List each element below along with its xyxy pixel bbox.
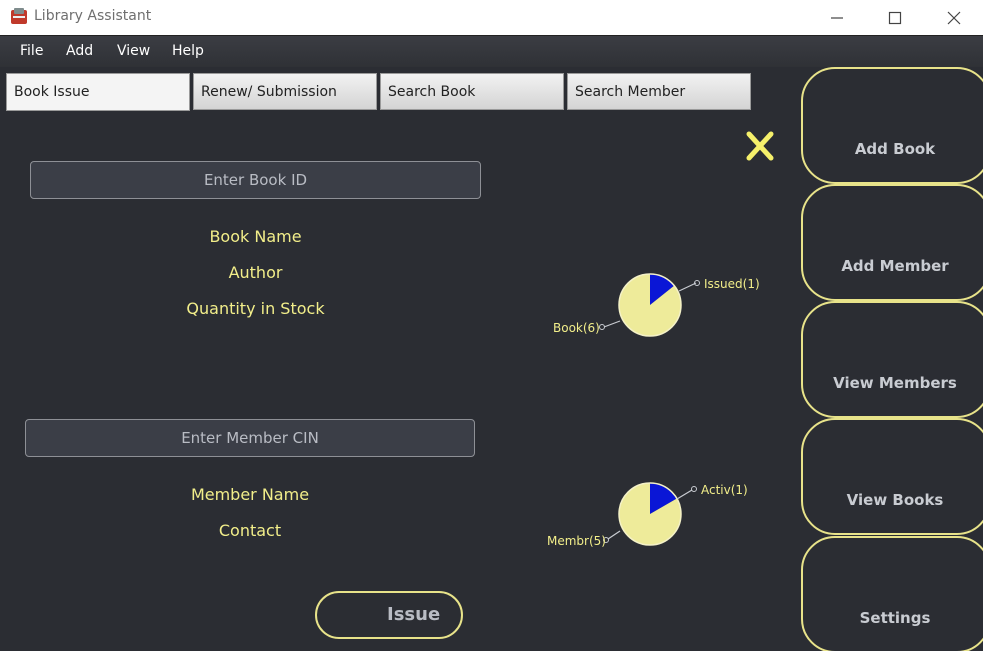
- book-label: Book(6): [553, 321, 600, 335]
- view-members-label: View Members: [833, 374, 957, 392]
- add-book-label: Add Book: [854, 140, 936, 158]
- member-cin-input[interactable]: Enter Member CIN: [25, 419, 475, 457]
- book-name-label: Book Name: [209, 227, 302, 246]
- member-name-label: Member Name: [190, 485, 310, 504]
- settings-button[interactable]: Settings: [801, 536, 983, 651]
- book-leader-dot: [599, 324, 605, 330]
- member-pie-chart: Activ(1) Membr(5): [547, 482, 748, 548]
- view-books-button[interactable]: View Books: [801, 418, 983, 535]
- maximize-button[interactable]: [866, 0, 924, 35]
- clear-icon[interactable]: [745, 130, 775, 162]
- tab-search-book[interactable]: Search Book: [380, 73, 564, 110]
- member-label: Membr(5): [547, 534, 606, 548]
- close-window-button[interactable]: [925, 0, 983, 35]
- tab-renew-submission[interactable]: Renew/ Submission: [193, 73, 377, 110]
- active-label: Activ(1): [701, 483, 748, 497]
- menu-help[interactable]: Help: [172, 43, 204, 59]
- settings-label: Settings: [859, 609, 931, 627]
- minimize-button[interactable]: [808, 0, 866, 35]
- active-leader-dot: [691, 486, 697, 492]
- title-bar: Library Assistant: [0, 0, 983, 35]
- add-member-button[interactable]: Add Member: [801, 184, 983, 301]
- quantity-label: Quantity in Stock: [186, 299, 325, 318]
- issue-button[interactable]: Issue: [315, 591, 463, 639]
- add-member-label: Add Member: [841, 257, 949, 275]
- close-icon: [947, 11, 961, 24]
- minimize-icon: [831, 16, 843, 19]
- book-leader-line: [603, 320, 621, 328]
- tab-search-member[interactable]: Search Member: [567, 73, 751, 110]
- view-members-button[interactable]: View Members: [801, 301, 983, 418]
- menu-bar: File Add View Help: [0, 35, 983, 67]
- book-id-input[interactable]: Enter Book ID: [30, 161, 481, 199]
- menu-file[interactable]: File: [20, 43, 43, 59]
- window-title: Library Assistant: [34, 8, 152, 24]
- tab-book-issue[interactable]: Book Issue: [6, 73, 190, 111]
- issued-label: Issued(1): [704, 277, 760, 291]
- maximize-icon: [888, 11, 902, 24]
- view-books-label: View Books: [846, 491, 944, 509]
- menu-view[interactable]: View: [117, 43, 150, 59]
- issued-leader-line: [678, 282, 697, 292]
- menu-add[interactable]: Add: [66, 43, 93, 59]
- add-book-button[interactable]: Add Book: [801, 67, 983, 184]
- member-leader-line: [607, 530, 621, 540]
- author-label: Author: [228, 263, 283, 282]
- active-leader-line: [676, 489, 693, 500]
- book-pie-chart: Issued(1) Book(6): [553, 273, 760, 337]
- app-icon: [11, 8, 27, 24]
- contact-label: Contact: [218, 521, 282, 540]
